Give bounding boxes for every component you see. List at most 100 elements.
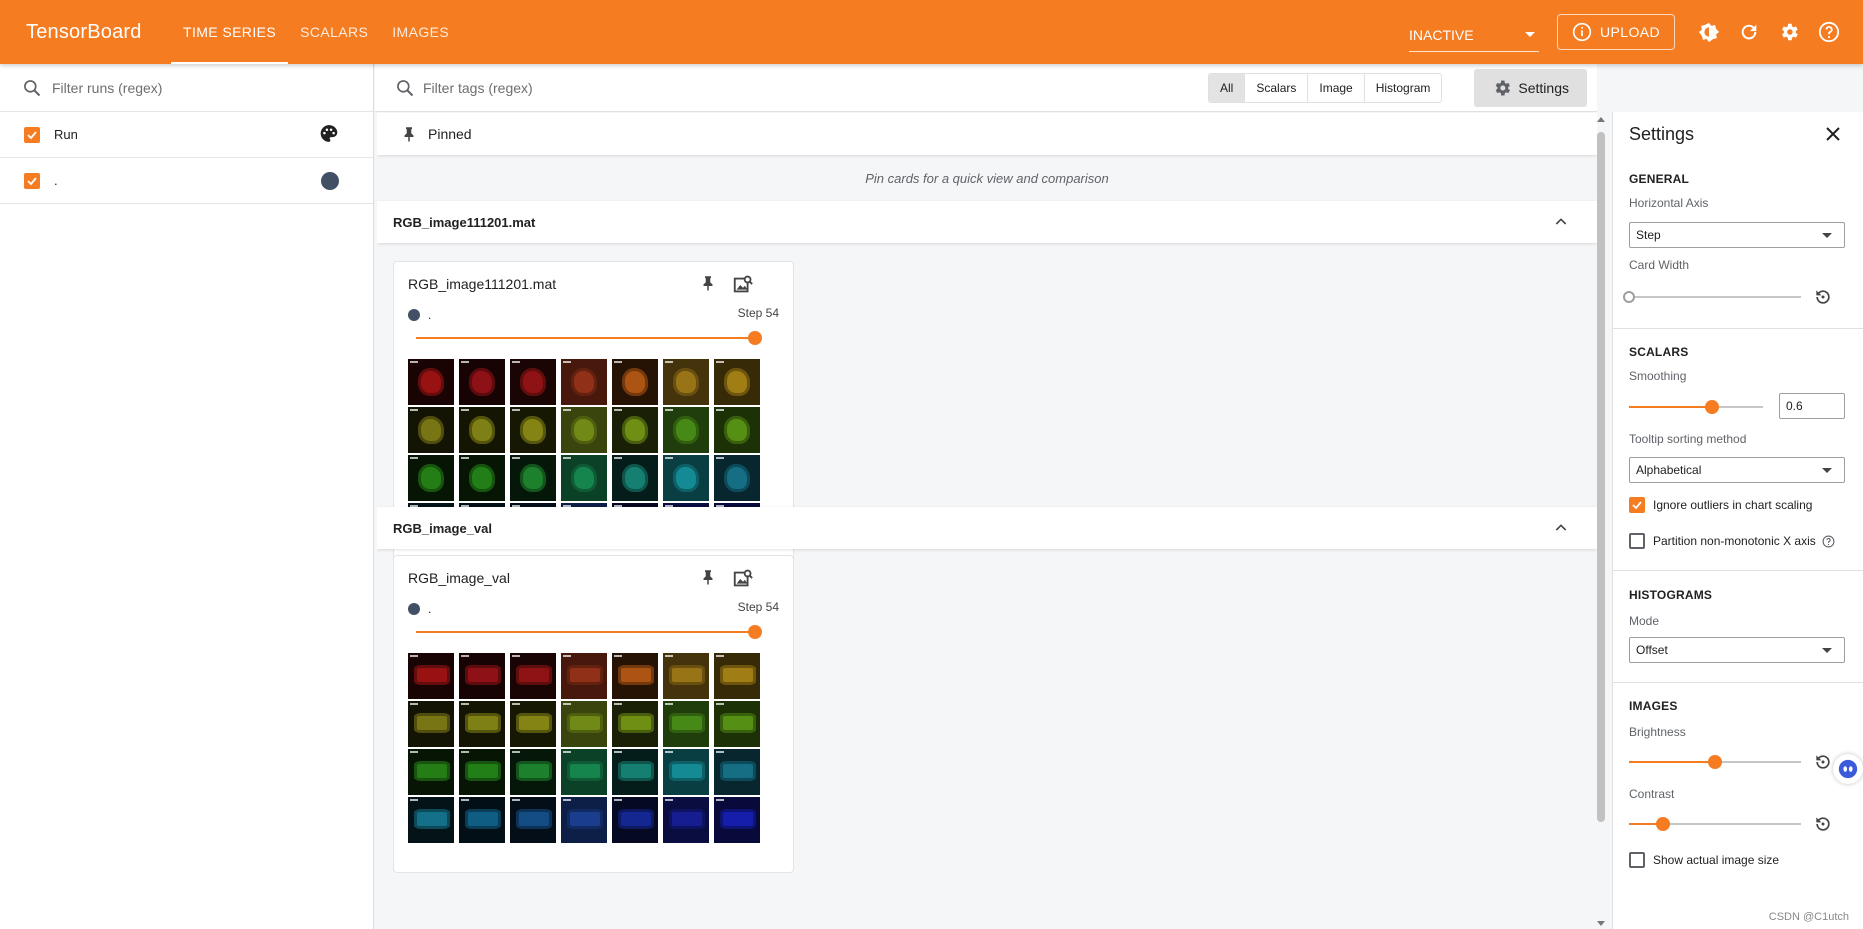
- card-width-slider[interactable]: [1623, 291, 1801, 303]
- step-slider[interactable]: [416, 625, 762, 639]
- step-slider[interactable]: [416, 331, 762, 345]
- run-filter-input[interactable]: Filter runs (regex): [52, 80, 162, 96]
- image-thumbnail[interactable]: [612, 455, 658, 501]
- contrast-slider[interactable]: [1629, 817, 1801, 831]
- histogram-mode-select[interactable]: Offset: [1629, 637, 1845, 663]
- image-thumbnail[interactable]: [408, 701, 454, 747]
- image-thumbnail[interactable]: [714, 797, 760, 843]
- image-thumbnail[interactable]: [612, 407, 658, 453]
- image-thumbnail[interactable]: [408, 797, 454, 843]
- image-thumbnail[interactable]: [510, 359, 556, 405]
- pin-icon[interactable]: [699, 568, 717, 586]
- image-thumbnail[interactable]: [459, 797, 505, 843]
- image-thumbnail[interactable]: [459, 749, 505, 795]
- tab-time-series[interactable]: TIME SERIES: [171, 0, 289, 64]
- tooltip-sort-select[interactable]: Alphabetical: [1629, 457, 1845, 483]
- image-thumbnail[interactable]: [714, 359, 760, 405]
- image-thumbnail[interactable]: [561, 359, 607, 405]
- image-thumbnail[interactable]: [561, 701, 607, 747]
- chevron-up-icon[interactable]: [1553, 214, 1569, 230]
- select-all-runs-checkbox[interactable]: [24, 126, 40, 143]
- image-thumbnail[interactable]: [408, 653, 454, 699]
- run-color-swatch[interactable]: [321, 171, 339, 190]
- image-thumbnail[interactable]: [561, 749, 607, 795]
- image-thumbnail[interactable]: [663, 455, 709, 501]
- close-icon[interactable]: [1825, 126, 1841, 142]
- brightness-thumb[interactable]: [1708, 755, 1722, 769]
- pin-icon[interactable]: [699, 274, 717, 292]
- image-thumbnail[interactable]: [612, 701, 658, 747]
- card-width-thumb[interactable]: [1623, 291, 1635, 303]
- image-thumbnail[interactable]: [561, 455, 607, 501]
- image-thumbnail[interactable]: [510, 653, 556, 699]
- image-search-icon[interactable]: [732, 274, 754, 296]
- image-thumbnail[interactable]: [408, 407, 454, 453]
- image-thumbnail[interactable]: [663, 407, 709, 453]
- image-thumbnail[interactable]: [663, 749, 709, 795]
- main-scrollbar[interactable]: [1597, 112, 1605, 929]
- image-thumbnail[interactable]: [612, 797, 658, 843]
- image-thumbnail[interactable]: [459, 407, 505, 453]
- chip-scalars[interactable]: Scalars: [1245, 73, 1309, 102]
- image-thumbnail[interactable]: [663, 797, 709, 843]
- chip-histogram[interactable]: Histogram: [1364, 73, 1442, 102]
- reset-icon[interactable]: [1813, 752, 1833, 772]
- upload-button[interactable]: UPLOAD: [1557, 14, 1675, 50]
- run-checkbox[interactable]: [24, 172, 40, 189]
- image-thumbnail[interactable]: [510, 407, 556, 453]
- image-thumbnail[interactable]: [714, 653, 760, 699]
- image-thumbnail[interactable]: [408, 455, 454, 501]
- horizontal-axis-select[interactable]: Step: [1629, 222, 1845, 248]
- ignore-outliers-checkbox[interactable]: [1629, 497, 1645, 513]
- image-search-icon[interactable]: [732, 568, 754, 590]
- chevron-up-icon[interactable]: [1553, 520, 1569, 536]
- image-thumbnail[interactable]: [459, 359, 505, 405]
- image-thumbnail[interactable]: [714, 407, 760, 453]
- image-thumbnail[interactable]: [561, 407, 607, 453]
- plugin-status-dropdown[interactable]: INACTIVE: [1409, 12, 1540, 52]
- gear-icon[interactable]: [1769, 12, 1809, 52]
- palette-icon[interactable]: [319, 123, 339, 146]
- image-thumbnail[interactable]: [510, 749, 556, 795]
- refresh-icon[interactable]: [1729, 12, 1769, 52]
- tab-images[interactable]: IMAGES: [380, 0, 461, 64]
- image-thumbnail[interactable]: [561, 653, 607, 699]
- tag-filter-input[interactable]: Filter tags (regex): [423, 80, 533, 96]
- image-thumbnail[interactable]: [459, 455, 505, 501]
- image-thumbnail[interactable]: [561, 797, 607, 843]
- partition-option[interactable]: Partition non-monotonic X axis: [1629, 533, 1835, 549]
- help-icon[interactable]: [1809, 12, 1849, 52]
- ignore-outliers-option[interactable]: Ignore outliers in chart scaling: [1629, 497, 1812, 513]
- tag-group-header[interactable]: RGB_image_val: [377, 507, 1597, 549]
- settings-toggle-button[interactable]: Settings: [1474, 68, 1587, 107]
- chip-all[interactable]: All: [1209, 73, 1246, 102]
- image-thumbnail[interactable]: [510, 701, 556, 747]
- contrast-thumb[interactable]: [1656, 817, 1670, 831]
- image-thumbnail[interactable]: [459, 701, 505, 747]
- image-thumbnail[interactable]: [408, 359, 454, 405]
- image-thumbnail[interactable]: [510, 797, 556, 843]
- image-thumbnail[interactable]: [663, 653, 709, 699]
- run-row[interactable]: .: [0, 158, 373, 204]
- brightness-slider[interactable]: [1629, 755, 1801, 769]
- image-thumbnail[interactable]: [612, 749, 658, 795]
- step-slider-thumb[interactable]: [748, 625, 762, 639]
- step-slider-thumb[interactable]: [748, 331, 762, 345]
- theme-toggle-icon[interactable]: [1689, 12, 1729, 52]
- smoothing-input[interactable]: 0.6: [1779, 393, 1845, 419]
- tab-scalars[interactable]: SCALARS: [288, 0, 380, 64]
- help-icon[interactable]: [1822, 535, 1835, 548]
- tag-group-header[interactable]: RGB_image111201.mat: [377, 201, 1597, 243]
- partition-checkbox[interactable]: [1629, 533, 1645, 549]
- smoothing-thumb[interactable]: [1705, 400, 1719, 414]
- image-thumbnail[interactable]: [663, 359, 709, 405]
- reset-icon[interactable]: [1813, 814, 1833, 834]
- image-thumbnail[interactable]: [663, 701, 709, 747]
- smoothing-slider[interactable]: [1629, 400, 1763, 414]
- actual-size-checkbox[interactable]: [1629, 852, 1645, 868]
- run-filter[interactable]: Filter runs (regex): [0, 64, 373, 112]
- actual-size-option[interactable]: Show actual image size: [1629, 852, 1779, 868]
- image-thumbnail[interactable]: [612, 653, 658, 699]
- image-thumbnail[interactable]: [714, 455, 760, 501]
- reset-icon[interactable]: [1813, 287, 1833, 307]
